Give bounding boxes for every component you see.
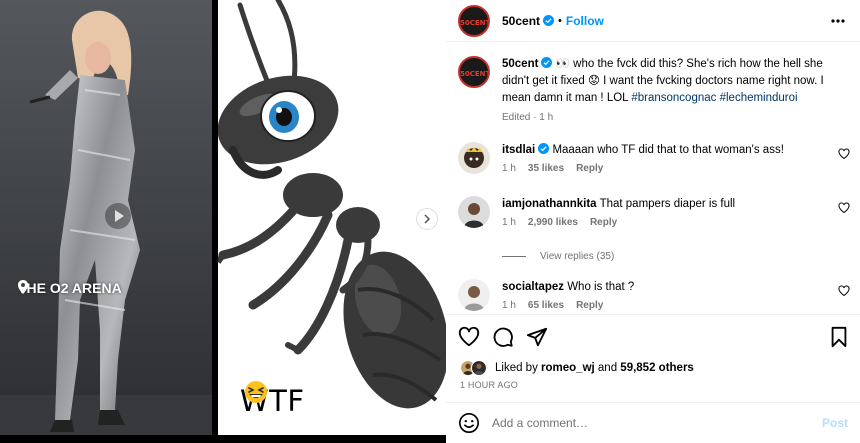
commenter-avatar[interactable] — [458, 279, 490, 311]
reply-button[interactable]: Reply — [590, 217, 617, 228]
like-comment-heart-icon[interactable] — [838, 148, 850, 160]
caption-meta: Edited · 1 h — [502, 112, 554, 123]
comment-text: Maaaan who TF did that to that woman's a… — [552, 144, 784, 156]
concert-photo[interactable]: THE O2 ARENA — [0, 0, 212, 435]
add-comment-bar: Post — [446, 402, 860, 443]
verified-badge-icon — [543, 15, 555, 26]
carousel-next-button[interactable] — [416, 208, 438, 230]
caption-username[interactable]: 50cent — [502, 58, 538, 70]
liker-username[interactable]: romeo_wj — [541, 362, 595, 374]
location-label: THE O2 ARENA — [18, 280, 122, 296]
view-replies-label: View replies (35) — [540, 251, 615, 262]
comment-item: iamjonathannkita That pampers diaper is … — [458, 196, 860, 228]
likes-prefix: Liked by — [495, 362, 542, 374]
commenter-avatar[interactable] — [458, 142, 490, 174]
wtf-caption: WTF — [240, 381, 305, 418]
emoji-picker-icon[interactable] — [458, 412, 480, 434]
post-caption: 50CENT 50cent 👀 who the fvck did this? S… — [458, 56, 848, 125]
post-actions-bar — [446, 314, 860, 358]
comment-body: iamjonathannkita That pampers diaper is … — [502, 196, 822, 228]
ant-cartoon-image[interactable]: WTF — [218, 0, 446, 435]
reply-button[interactable]: Reply — [576, 163, 603, 174]
author-avatar[interactable]: 50CENT — [458, 4, 490, 37]
comment-username[interactable]: iamjonathannkita — [502, 198, 597, 210]
like-heart-icon[interactable] — [458, 326, 480, 348]
more-options-icon[interactable] — [830, 13, 846, 29]
ant-cartoon-illustration — [218, 0, 446, 409]
header-separator: • — [558, 14, 562, 27]
post-media[interactable]: THE O2 ARENA WTF — [0, 0, 446, 443]
commenter-avatar[interactable] — [458, 196, 490, 228]
hashtag-lecheminduroi[interactable]: #lecheminduroi — [720, 92, 798, 104]
liker-avatar[interactable] — [471, 360, 487, 376]
comment-likes[interactable]: 65 likes — [528, 300, 564, 311]
location-pin-icon — [18, 280, 28, 294]
comment-item: itsdlai Maaaan who TF did that to that w… — [458, 142, 860, 174]
location-tag[interactable]: THE O2 ARENA — [18, 280, 122, 296]
post-header: 50CENT 50cent • Follow — [446, 0, 860, 42]
likes-summary: Liked by romeo_wj and 59,852 others — [460, 360, 694, 376]
comment-input[interactable] — [492, 416, 812, 430]
chevron-right-icon — [424, 214, 431, 224]
post-details-panel: 50CENT 50cent • Follow 50CENT 50cent 👀 w… — [446, 0, 860, 443]
verified-badge-icon — [541, 57, 553, 68]
comment-time: 1 h — [502, 217, 516, 228]
likes-count[interactable]: 59,852 others — [620, 362, 694, 374]
hashtag-bransoncognac[interactable]: #bransoncognac — [631, 92, 716, 104]
play-icon[interactable] — [104, 202, 132, 230]
post-comment-button[interactable]: Post — [822, 416, 848, 430]
comment-text: That pampers diaper is full — [599, 198, 736, 210]
follow-button[interactable]: Follow — [566, 14, 604, 28]
edited-label: Edited — [502, 112, 531, 123]
comment-bubble-icon[interactable] — [492, 326, 514, 348]
like-comment-heart-icon[interactable] — [838, 202, 850, 214]
comment-likes[interactable]: 2,990 likes — [528, 217, 578, 228]
comment-time: 1 h — [502, 163, 516, 174]
replies-divider — [502, 256, 526, 257]
caption-time: 1 h — [539, 112, 554, 123]
verified-badge-icon — [538, 143, 550, 154]
view-replies-button[interactable]: View replies (35) — [502, 251, 614, 262]
like-comment-heart-icon[interactable] — [838, 285, 850, 297]
comment-time: 1 h — [502, 300, 516, 311]
comment-body: socialtapez Who is that ? 1 h 65 likes Rep… — [502, 279, 822, 311]
comment-likes[interactable]: 35 likes — [528, 163, 564, 174]
caption-text-block: 50cent 👀 who the fvck did this? She's ri… — [502, 56, 842, 125]
avatar-text: 50CENT — [460, 70, 490, 78]
comment-body: itsdlai Maaaan who TF did that to that w… — [502, 142, 822, 174]
reply-button[interactable]: Reply — [576, 300, 603, 311]
post-timestamp[interactable]: 1 HOUR AGO — [460, 380, 518, 390]
save-bookmark-icon[interactable] — [828, 326, 850, 348]
caption-author-avatar[interactable]: 50CENT — [458, 56, 490, 88]
comment-item: socialtapez Who is that ? 1 h 65 likes Rep… — [458, 279, 860, 311]
comment-text: Who is that ? — [567, 281, 635, 293]
comment-username[interactable]: socialtapez — [502, 281, 564, 293]
comment-username[interactable]: itsdlai — [502, 144, 535, 156]
share-paper-plane-icon[interactable] — [526, 326, 548, 348]
instagram-post-view: THE O2 ARENA WTF 50CENT 50cent • Follow … — [0, 0, 860, 443]
author-username[interactable]: 50cent — [502, 14, 540, 28]
grinning-squinting-face-emoji-icon — [245, 381, 267, 403]
avatar-text: 50CENT — [460, 18, 490, 27]
likes-text: Liked by romeo_wj and 59,852 others — [495, 362, 694, 374]
likes-middle: and — [594, 362, 621, 374]
worried-face-emoji: 😟 — [587, 75, 600, 87]
